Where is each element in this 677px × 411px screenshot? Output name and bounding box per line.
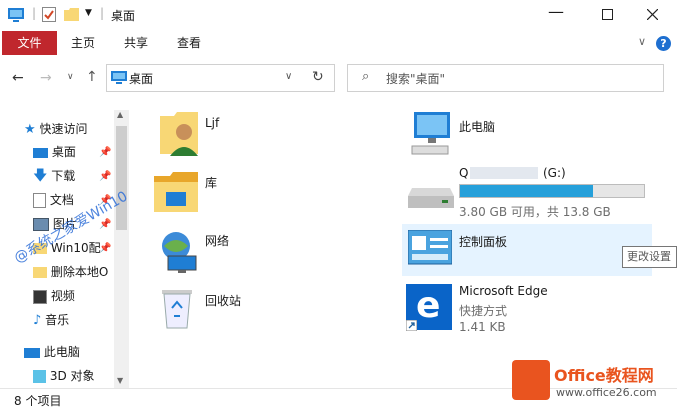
file-name: 控制面板 <box>459 235 508 249</box>
blurred-label <box>470 167 538 179</box>
scroll-up-icon[interactable]: ▲ <box>117 110 123 119</box>
drive-usage-fill <box>460 185 594 197</box>
back-button[interactable]: ← <box>12 70 24 86</box>
quick-access-toolbar-dropdown-icon[interactable]: ▼ <box>85 8 92 18</box>
help-icon[interactable]: ? <box>656 36 671 51</box>
properties-icon[interactable] <box>42 7 56 22</box>
tooltip: 更改设置 <box>622 246 677 268</box>
video-icon <box>33 289 47 304</box>
file-item-network[interactable]: 网络 <box>150 226 380 282</box>
pin-icon: 📌 <box>99 147 112 158</box>
item-count: 8 个项目 <box>14 394 62 408</box>
computer-icon <box>24 347 40 358</box>
scroll-down-icon[interactable]: ▼ <box>117 376 123 385</box>
logo-url: www.office26.com <box>556 386 657 399</box>
file-item-edge[interactable]: e Microsoft Edge 快捷方式 1.41 KB <box>402 280 652 338</box>
file-type: 快捷方式 <box>459 304 508 318</box>
search-input[interactable]: ⌕ 搜索"桌面" <box>347 64 664 92</box>
file-item-recycle-bin[interactable]: 回收站 <box>150 284 380 340</box>
ribbon-expand-icon[interactable]: ∨ <box>638 35 646 48</box>
file-item-this-pc[interactable]: 此电脑 <box>402 108 652 162</box>
file-name: Ljf <box>205 116 220 130</box>
file-size: 1.41 KB <box>459 320 506 334</box>
computer-icon <box>411 112 450 155</box>
folder-icon <box>33 267 47 278</box>
drive-name: (G:) <box>543 166 566 180</box>
nav-item-delete-local[interactable]: 删除本地O <box>33 261 111 283</box>
download-icon: 🡇 <box>33 168 48 184</box>
desktop-icon <box>111 71 127 84</box>
nav-item-music[interactable]: ♪ 音乐 <box>33 309 69 331</box>
3d-objects-icon <box>33 370 46 383</box>
explorer-icon <box>8 8 24 22</box>
drive-space: 3.80 GB 可用，共 13.8 GB <box>459 205 611 219</box>
window-title: 桌面 <box>111 9 136 23</box>
file-name: Microsoft Edge <box>459 284 548 298</box>
search-placeholder: 搜索"桌面" <box>386 72 446 86</box>
nav-item-downloads[interactable]: 🡇 下载 <box>33 165 75 187</box>
maximize-button[interactable] <box>602 9 613 20</box>
pin-icon: 📌 <box>99 171 112 182</box>
music-icon: ♪ <box>33 313 42 328</box>
file-item-libraries[interactable]: 库 <box>150 168 380 224</box>
nav-item-videos[interactable]: 视频 <box>33 285 75 307</box>
pin-icon: 📌 <box>99 243 112 254</box>
nav-this-pc[interactable]: 此电脑 <box>24 341 80 363</box>
pin-icon: 📌 <box>99 219 112 230</box>
address-bar[interactable]: 桌面 ∨ <box>106 64 304 92</box>
nav-item-3d-objects[interactable]: 3D 对象 <box>33 365 95 387</box>
document-icon <box>33 193 46 208</box>
refresh-icon: ↻ <box>312 69 324 85</box>
file-item-control-panel[interactable]: 控制面板 <box>402 224 652 276</box>
drive-icon <box>408 188 454 208</box>
tab-view[interactable]: 查看 <box>168 31 210 55</box>
office-logo-icon <box>512 360 550 400</box>
forward-button[interactable]: → <box>40 70 52 86</box>
file-name: 网络 <box>205 234 230 248</box>
network-icon <box>162 232 197 273</box>
refresh-button[interactable]: ↻ <box>302 64 335 92</box>
drive-usage-bar <box>459 184 645 198</box>
shortcut-arrow-icon <box>406 320 417 331</box>
file-item-ljf[interactable]: Ljf <box>150 110 380 170</box>
tab-home[interactable]: 主页 <box>62 31 104 55</box>
file-name: 库 <box>205 176 218 190</box>
nav-scrollbar-thumb[interactable] <box>116 126 127 230</box>
recent-locations-icon[interactable]: ∨ <box>67 72 74 82</box>
ribbon: 文件 主页 共享 查看 ∨ ? <box>0 31 677 57</box>
nav-item-documents[interactable]: 文档 <box>33 189 74 211</box>
star-icon: ★ <box>24 122 36 137</box>
library-icon <box>154 172 198 212</box>
up-button[interactable]: ↑ <box>86 69 98 85</box>
nav-quick-access[interactable]: ★ 快速访问 <box>24 118 88 140</box>
control-panel-icon <box>408 230 452 265</box>
file-name: 回收站 <box>205 294 242 308</box>
minimize-button[interactable]: — <box>548 2 564 21</box>
tab-share[interactable]: 共享 <box>115 31 157 55</box>
recycle-bin-icon <box>162 290 192 329</box>
search-icon: ⌕ <box>362 69 370 84</box>
address-path: 桌面 <box>129 72 154 86</box>
office-logo: Office教程网 www.office26.com <box>512 356 677 406</box>
drive-name-prefix: Q <box>459 166 469 180</box>
user-folder-icon <box>160 112 198 156</box>
title-bar: | ▼ | 桌面 — <box>0 0 677 31</box>
address-dropdown-icon[interactable]: ∨ <box>285 71 292 82</box>
new-folder-icon[interactable] <box>64 8 79 21</box>
logo-name: Office教程网 <box>554 366 654 385</box>
desktop-icon <box>33 147 48 158</box>
close-button[interactable] <box>647 9 658 20</box>
file-name: 此电脑 <box>459 120 496 134</box>
tab-file[interactable]: 文件 <box>2 31 57 55</box>
